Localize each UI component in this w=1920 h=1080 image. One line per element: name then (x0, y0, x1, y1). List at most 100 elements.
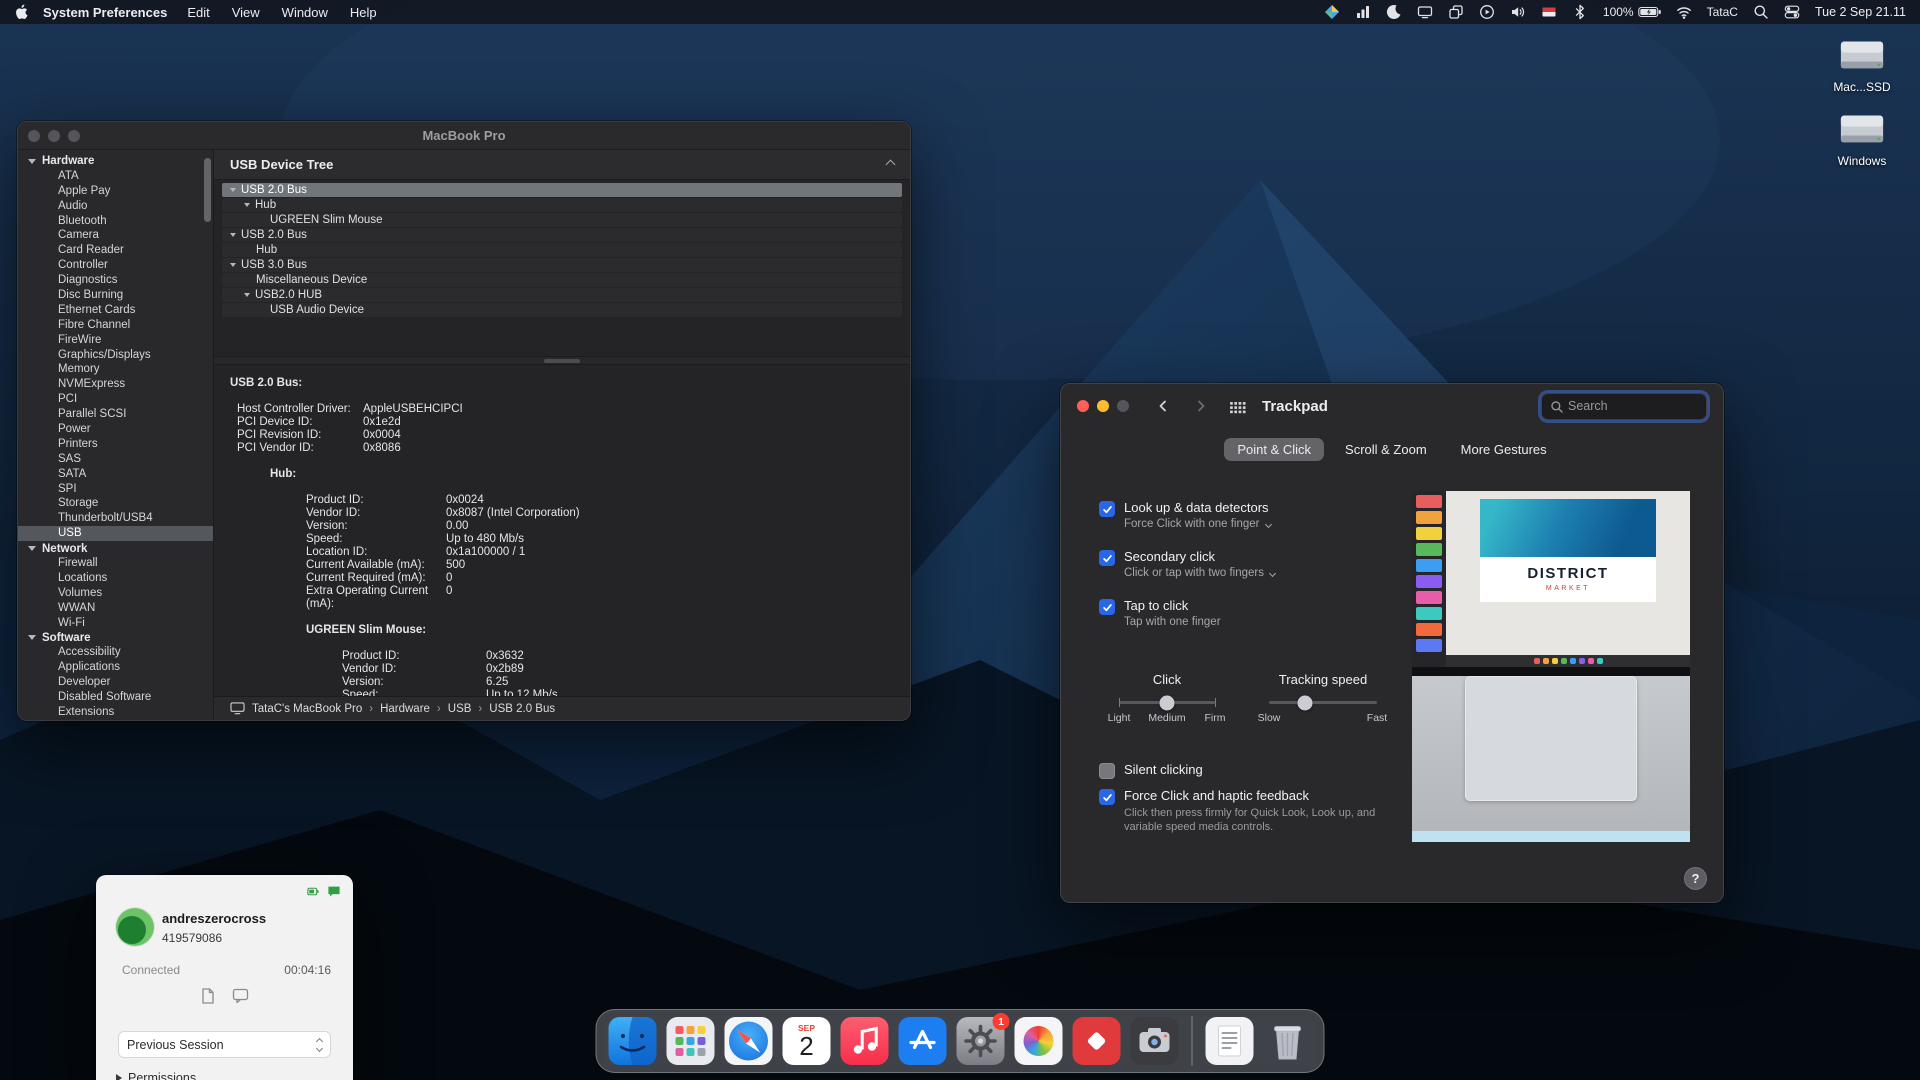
sidebar-item-bluetooth[interactable]: Bluetooth (18, 214, 213, 229)
drive-icon-mac-ssd[interactable]: Mac...SSD (1833, 36, 1890, 94)
zoom-button[interactable] (68, 130, 80, 142)
tree-row-usb-audio-device[interactable]: USB Audio Device (222, 303, 902, 317)
sidebar-item-sas[interactable]: SAS (18, 452, 213, 467)
disclosure-triangle-icon[interactable] (230, 263, 236, 267)
tracking-slider-thumb[interactable] (1297, 695, 1312, 710)
minimize-button[interactable] (48, 130, 60, 142)
tree-row-usb-2-0-bus[interactable]: USB 2.0 Bus (222, 228, 902, 242)
show-all-grid-icon[interactable] (1229, 399, 1246, 414)
splitter-handle[interactable] (544, 359, 580, 363)
usb-device-tree-header[interactable]: USB Device Tree (214, 150, 910, 180)
sidebar-item-memory[interactable]: Memory (18, 362, 213, 377)
click-slider[interactable] (1119, 701, 1215, 704)
sidebar-item-card-reader[interactable]: Card Reader (18, 243, 213, 258)
sidebar-item-spi[interactable]: SPI (18, 482, 213, 497)
breadcrumb-item-hardware[interactable]: Hardware (380, 703, 430, 715)
menu-window[interactable]: Window (282, 5, 328, 20)
sidebar-item-pci[interactable]: PCI (18, 392, 213, 407)
search-input[interactable] (1568, 399, 1698, 413)
sidebar-item-disabled-software[interactable]: Disabled Software (18, 690, 213, 705)
sidebar-group-software[interactable]: Software (18, 631, 213, 646)
user-switcher-menu[interactable]: TataC (1707, 5, 1738, 19)
sidebar-item-audio[interactable]: Audio (18, 199, 213, 214)
disclosure-triangle-icon[interactable] (244, 203, 250, 207)
checkbox-look-up-data-detectors[interactable] (1099, 501, 1115, 517)
breadcrumb-item-usb[interactable]: USB (448, 703, 472, 715)
sidebar-item-usb[interactable]: USB (18, 526, 213, 541)
drive-icon-windows[interactable]: Windows (1836, 110, 1888, 168)
search-field[interactable] (1541, 393, 1707, 420)
help-button[interactable]: ? (1684, 867, 1707, 890)
sidebar-item-developer[interactable]: Developer (18, 675, 213, 690)
photos-icon[interactable] (1015, 1017, 1063, 1065)
sidebar-item-accessibility[interactable]: Accessibility (18, 645, 213, 660)
document-icon[interactable] (1206, 1017, 1254, 1065)
sidebar-scrollbar[interactable] (204, 158, 211, 222)
sidebar-item-wwan[interactable]: WWAN (18, 601, 213, 616)
pane-splitter[interactable] (214, 356, 910, 365)
safari-icon[interactable] (725, 1017, 773, 1065)
sidebar-item-fibre-channel[interactable]: Fibre Channel (18, 318, 213, 333)
menu-view[interactable]: View (232, 5, 260, 20)
forward-button[interactable] (1193, 398, 1209, 414)
play-circle-icon[interactable] (1479, 4, 1495, 20)
sidebar-item-controller[interactable]: Controller (18, 258, 213, 273)
control-center-icon[interactable] (1784, 4, 1800, 20)
sidebar-item-wi-fi[interactable]: Wi-Fi (18, 616, 213, 631)
volume-icon[interactable] (1510, 4, 1526, 20)
tree-row-hub[interactable]: Hub (222, 198, 902, 212)
menu-help[interactable]: Help (350, 5, 377, 20)
sidebar-item-ethernet-cards[interactable]: Ethernet Cards (18, 303, 213, 318)
input-flag-icon[interactable] (1541, 4, 1557, 20)
stepper-icon[interactable] (317, 1039, 322, 1051)
close-button[interactable] (1077, 400, 1089, 412)
calendar-icon[interactable]: SEP2 (783, 1017, 831, 1065)
disclosure-triangle-icon[interactable] (230, 233, 236, 237)
trash-icon[interactable] (1264, 1017, 1312, 1065)
sidebar-item-graphics-displays[interactable]: Graphics/Displays (18, 348, 213, 363)
sidebar-item-camera[interactable]: Camera (18, 228, 213, 243)
tracking-speed-slider[interactable] (1269, 701, 1377, 704)
sidebar-item-thunderbolt-usb4[interactable]: Thunderbolt/USB4 (18, 511, 213, 526)
tree-row-usb-2-0-bus[interactable]: USB 2.0 Bus (222, 183, 902, 197)
battery-indicator[interactable]: 100% (1603, 4, 1661, 20)
sidebar-item-firewall[interactable]: Firewall (18, 556, 213, 571)
sidebar-item-sata[interactable]: SATA (18, 467, 213, 482)
tree-row-hub[interactable]: Hub (222, 243, 902, 257)
sidebar-item-applications[interactable]: Applications (18, 660, 213, 675)
launchpad-icon[interactable] (667, 1017, 715, 1065)
trackpad-titlebar[interactable]: Trackpad (1061, 384, 1723, 428)
session-selector[interactable]: Previous Session (118, 1031, 331, 1058)
menu-edit[interactable]: Edit (187, 5, 209, 20)
sidebar-item-power[interactable]: Power (18, 422, 213, 437)
permissions-disclosure[interactable]: Permissions (116, 1071, 196, 1080)
sidebar-item-ata[interactable]: ATA (18, 169, 213, 184)
tree-row-usb2-0-hub[interactable]: USB2.0 HUB (222, 288, 902, 302)
sysinfo-titlebar[interactable]: MacBook Pro (18, 122, 910, 150)
sidebar-group-network[interactable]: Network (18, 541, 213, 556)
option-sub[interactable]: Force Click with one finger (1124, 518, 1271, 530)
disclosure-triangle-icon[interactable] (230, 188, 236, 192)
back-button[interactable] (1155, 398, 1171, 414)
disclosure-triangle-icon[interactable] (244, 293, 250, 297)
music-icon[interactable] (841, 1017, 889, 1065)
sidebar-item-printers[interactable]: Printers (18, 437, 213, 452)
option-sub[interactable]: Click or tap with two fingers (1124, 567, 1275, 579)
checkbox-secondary-click[interactable] (1099, 550, 1115, 566)
settings-icon[interactable]: 1 (957, 1017, 1005, 1065)
sidebar-item-firewire[interactable]: FireWire (18, 333, 213, 348)
camera-app-icon[interactable] (1131, 1017, 1179, 1065)
wifi-icon[interactable] (1676, 4, 1692, 20)
spotlight-icon[interactable] (1753, 4, 1769, 20)
collapse-chevron-icon[interactable] (886, 160, 896, 170)
minimize-button[interactable] (1097, 400, 1109, 412)
file-transfer-icon[interactable] (200, 987, 216, 1005)
tab-more-gestures[interactable]: More Gestures (1448, 438, 1560, 461)
appstore-icon[interactable] (899, 1017, 947, 1065)
layers-icon[interactable] (1448, 4, 1464, 20)
breadcrumb-item-tatac-s-macbook-pro[interactable]: TataC's MacBook Pro (252, 703, 362, 715)
checkbox-silent-clicking[interactable] (1099, 763, 1115, 779)
breadcrumb-item-usb-2-0-bus[interactable]: USB 2.0 Bus (489, 703, 555, 715)
moon-icon[interactable] (1386, 4, 1402, 20)
red-app-icon[interactable] (1073, 1017, 1121, 1065)
